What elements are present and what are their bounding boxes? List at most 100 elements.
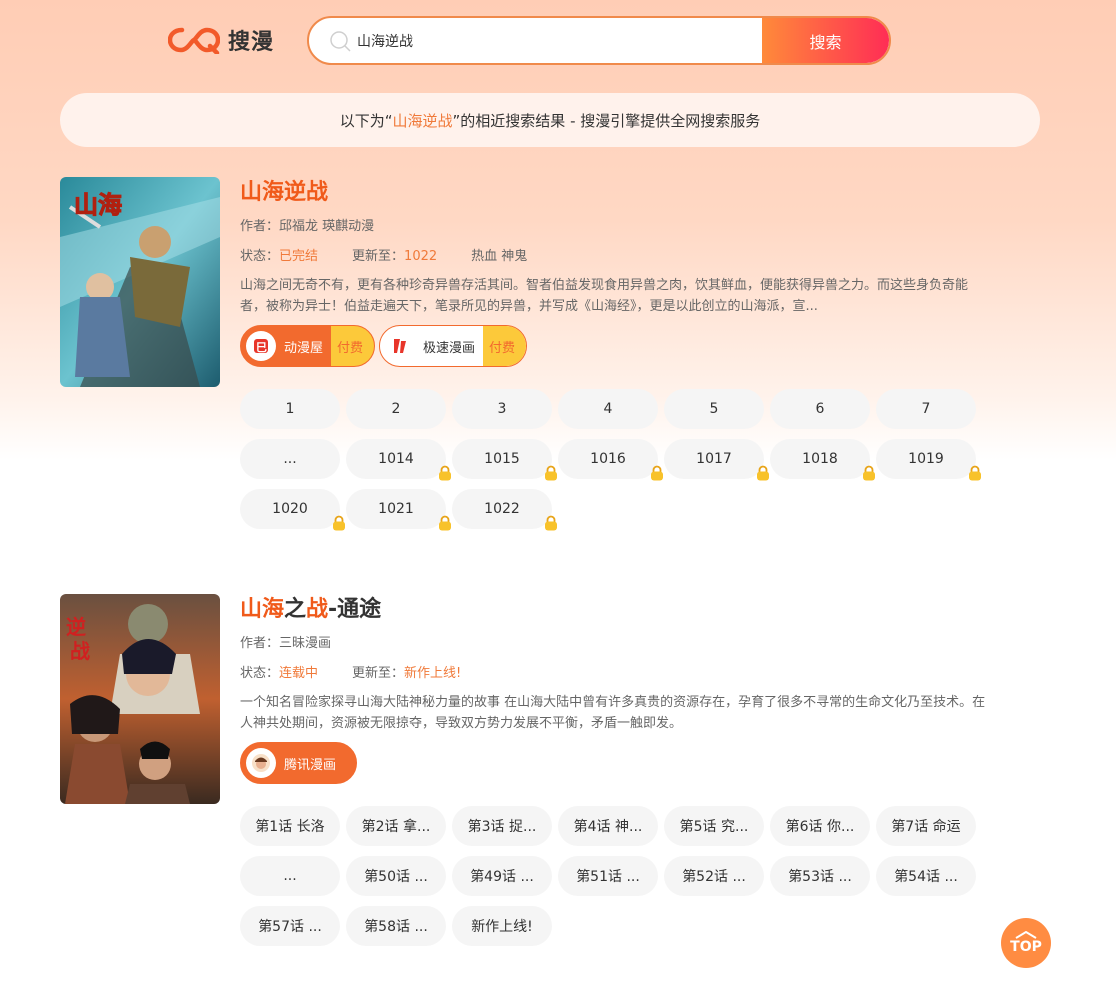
episode-label: 1 <box>285 401 295 417</box>
episode-label: 第3话 捉... <box>467 819 537 835</box>
episode-button[interactable]: 第50话 ... <box>346 856 446 896</box>
episode-label: 第7话 命运 <box>891 819 961 835</box>
pay-badge: 付费 <box>331 326 375 366</box>
lock-icon <box>756 465 770 481</box>
episode-button[interactable]: 第5话 究... <box>664 806 764 846</box>
episode-button[interactable]: 第54话 ... <box>876 856 976 896</box>
episode-label: 1020 <box>272 501 308 517</box>
episode-button[interactable]: ... <box>240 856 340 896</box>
episode-button[interactable]: 1021 <box>346 489 451 531</box>
source-dongmanwu[interactable]: 巳 动漫屋 付费 <box>240 325 376 367</box>
episode-button[interactable]: 第3话 捉... <box>452 806 552 846</box>
episode-button[interactable]: 1 <box>240 389 340 429</box>
episode-button[interactable]: 第6话 你... <box>770 806 870 846</box>
lock-icon <box>968 465 982 481</box>
episode-label: 1016 <box>590 451 626 467</box>
comic-tags: 热血 神鬼 <box>471 249 528 264</box>
episode-label: 2 <box>391 401 401 417</box>
lock-icon <box>544 515 558 531</box>
search-input[interactable] <box>357 18 757 63</box>
episode-button[interactable]: 1018 <box>770 439 875 481</box>
comic-title[interactable]: 山海逆战 <box>240 177 1000 209</box>
episode-button[interactable]: 1019 <box>876 439 981 481</box>
svg-text:巳: 巳 <box>256 341 267 354</box>
back-to-top-button[interactable]: TOP <box>1001 918 1051 968</box>
episode-button[interactable]: 1022 <box>452 489 557 531</box>
episode-label: 1017 <box>696 451 732 467</box>
episode-label: 1019 <box>908 451 944 467</box>
episode-label: 第54话 ... <box>894 869 958 885</box>
episode-label: 4 <box>603 401 613 417</box>
episode-button[interactable]: 第4话 神... <box>558 806 658 846</box>
logo[interactable]: 搜漫 <box>168 24 274 56</box>
episode-label: 第4话 神... <box>573 819 643 835</box>
episode-label: 第2话 拿... <box>361 819 431 835</box>
episode-button[interactable]: 第58话 ... <box>346 906 446 946</box>
episode-button[interactable]: 3 <box>452 389 552 429</box>
episode-button[interactable]: 第52话 ... <box>664 856 764 896</box>
episode-button[interactable]: 第57话 ... <box>240 906 340 946</box>
lock-icon <box>438 515 452 531</box>
episode-button[interactable]: 4 <box>558 389 658 429</box>
comic-description: 一个知名冒险家探寻山海大陆神秘力量的故事 在山海大陆中曾有许多真贵的资源存在，孕… <box>240 695 986 731</box>
episode-button[interactable]: 第1话 长洛 <box>240 806 340 846</box>
episode-button[interactable]: 1015 <box>452 439 557 481</box>
episode-label: 第1话 长洛 <box>255 819 325 835</box>
source-name: 动漫屋 <box>284 340 324 356</box>
episode-button[interactable]: 第49话 ... <box>452 856 552 896</box>
episode-button[interactable]: 1020 <box>240 489 345 531</box>
status-value: 已完结 <box>279 249 319 264</box>
episode-button[interactable]: 新作上线! <box>452 906 552 946</box>
episode-label: 1015 <box>484 451 520 467</box>
episode-label: 第5话 究... <box>679 819 749 835</box>
episode-label: 第51话 ... <box>576 869 640 885</box>
episode-label: 第6话 你... <box>785 819 855 835</box>
episode-button[interactable]: 7 <box>876 389 976 429</box>
notice-prefix: 以下为“ <box>339 111 393 130</box>
episode-button[interactable]: 1014 <box>346 439 451 481</box>
episode-label: 1022 <box>484 501 520 517</box>
source-jisu[interactable]: 极速漫画 付费 <box>379 325 528 367</box>
episode-grid: 1 2 3 4 5 6 7... 1014 1015 1016 1017 1018 1019 1020 10… <box>240 389 1000 531</box>
lock-icon <box>650 465 664 481</box>
comic-author: 作者：三昧漫画 <box>240 636 332 651</box>
episode-label: 1014 <box>378 451 414 467</box>
jisu-icon <box>385 331 416 361</box>
chevron-up-icon <box>1015 931 1037 939</box>
comic-cover[interactable]: 山海 <box>60 177 220 387</box>
comic-author: 作者：邱福龙 瑛麒动漫 <box>240 219 375 234</box>
episode-label: 第53话 ... <box>788 869 852 885</box>
lock-icon <box>544 465 558 481</box>
notice-keyword: 山海逆战 <box>392 111 453 130</box>
episode-button[interactable]: ... <box>240 439 340 479</box>
lock-icon <box>438 465 452 481</box>
author-name: 三昧漫画 <box>279 636 332 651</box>
episode-label: 第49话 ... <box>470 869 534 885</box>
source-list: 巳 动漫屋 付费 极速漫画 付费 <box>240 325 1000 367</box>
episode-button[interactable]: 第53话 ... <box>770 856 870 896</box>
comic-title[interactable]: 山海之战-通途 <box>240 594 1000 626</box>
episode-button[interactable]: 5 <box>664 389 764 429</box>
episode-label: 第57话 ... <box>258 919 322 935</box>
episode-label: ... <box>283 451 297 467</box>
episode-button[interactable]: 1016 <box>558 439 663 481</box>
episode-button[interactable]: 1017 <box>664 439 769 481</box>
episode-button[interactable]: 2 <box>346 389 446 429</box>
comic-status-row: 状态：已完结 更新至：1022 热血 神鬼 <box>240 249 528 264</box>
comic-cover[interactable]: 逆 战 <box>60 594 220 804</box>
episode-label: 3 <box>497 401 507 417</box>
search-icon <box>330 31 351 52</box>
episode-button[interactable]: 第51话 ... <box>558 856 658 896</box>
episode-button[interactable]: 第7话 命运 <box>876 806 976 846</box>
episode-label: 新作上线! <box>471 919 533 935</box>
source-tencent[interactable]: 腾讯漫画 <box>240 742 358 784</box>
episode-button[interactable]: 第2话 拿... <box>346 806 446 846</box>
author-name: 邱福龙 瑛麒动漫 <box>279 219 375 234</box>
logo-text: 搜漫 <box>228 30 275 55</box>
episode-grid: 第1话 长洛 第2话 拿... 第3话 捉... 第4话 神... 第5话 究... 第6… <box>240 806 1000 946</box>
episode-button[interactable]: 6 <box>770 389 870 429</box>
comic-description: 山海之间无奇不有，更有各种珍奇异兽存活其间。智者伯益发现食用异兽之肉，饮其鲜血，… <box>240 278 969 314</box>
search-button[interactable]: 搜索 <box>762 18 889 63</box>
source-name: 腾讯漫画 <box>284 757 337 773</box>
episode-label: 第50话 ... <box>364 869 428 885</box>
